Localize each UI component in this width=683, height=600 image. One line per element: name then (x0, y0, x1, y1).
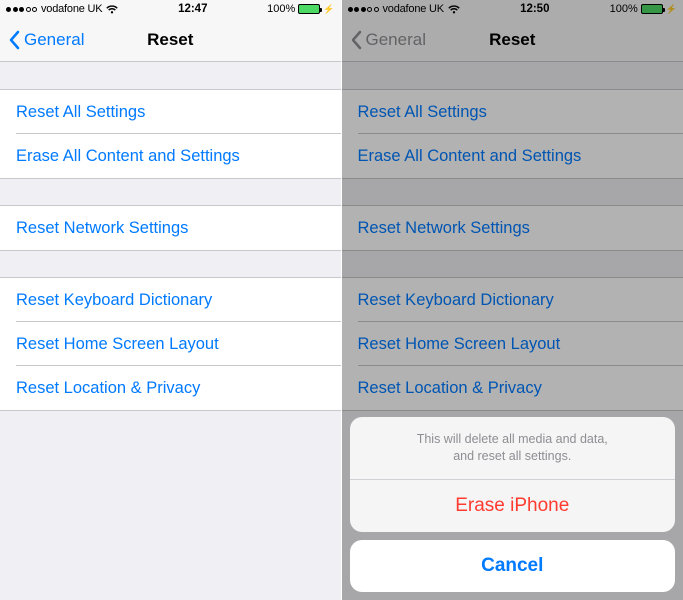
list-spacer (0, 62, 341, 90)
erase-all-content-cell[interactable]: Erase All Content and Settings (0, 134, 341, 178)
cell-label: Reset All Settings (358, 103, 487, 122)
wifi-icon (106, 5, 118, 14)
cell-label: Reset Home Screen Layout (16, 335, 219, 354)
cell-label: Reset Location & Privacy (358, 379, 542, 398)
wifi-icon (448, 5, 460, 14)
carrier-label: vodafone UK (383, 3, 444, 15)
back-button[interactable]: General (8, 30, 84, 50)
reset-keyboard-dictionary-cell[interactable]: Reset Keyboard Dictionary (342, 278, 683, 322)
back-label: General (24, 30, 84, 50)
phone-left: vodafone UK 12:47 100% ⚡ General Reset R… (0, 0, 342, 600)
reset-home-screen-layout-cell[interactable]: Reset Home Screen Layout (342, 322, 683, 366)
battery-icon (641, 4, 663, 14)
cell-label: Reset Network Settings (358, 219, 530, 238)
cell-label: Reset Keyboard Dictionary (358, 291, 554, 310)
list-spacer (342, 62, 683, 90)
back-label: General (366, 30, 426, 50)
signal-dots-icon (6, 7, 37, 12)
cell-label: Reset Keyboard Dictionary (16, 291, 212, 310)
reset-network-settings-cell[interactable]: Reset Network Settings (0, 206, 341, 250)
reset-all-settings-cell[interactable]: Reset All Settings (0, 90, 341, 134)
reset-keyboard-dictionary-cell[interactable]: Reset Keyboard Dictionary (0, 278, 341, 322)
cancel-button[interactable]: Cancel (350, 540, 676, 592)
list-spacer (0, 410, 341, 600)
carrier-label: vodafone UK (41, 3, 102, 15)
nav-bar: General Reset (342, 18, 683, 62)
chevron-left-icon (350, 30, 362, 50)
clock: 12:47 (178, 3, 207, 15)
erase-iphone-button[interactable]: Erase iPhone (350, 480, 676, 532)
phone-right: vodafone UK 12:50 100% ⚡ General Reset R… (342, 0, 683, 600)
battery-percent: 100% (610, 3, 638, 15)
cell-label: Reset Network Settings (16, 219, 188, 238)
erase-all-content-cell[interactable]: Erase All Content and Settings (342, 134, 683, 178)
reset-location-privacy-cell[interactable]: Reset Location & Privacy (342, 366, 683, 410)
battery-percent: 100% (267, 3, 295, 15)
back-button[interactable]: General (350, 30, 426, 50)
reset-home-screen-layout-cell[interactable]: Reset Home Screen Layout (0, 322, 341, 366)
charging-icon: ⚡ (666, 5, 677, 14)
battery-icon (298, 4, 320, 14)
cell-label: Reset Home Screen Layout (358, 335, 561, 354)
signal-dots-icon (348, 7, 379, 12)
action-sheet: This will delete all media and data, and… (350, 417, 676, 592)
chevron-left-icon (8, 30, 20, 50)
list-spacer (342, 250, 683, 278)
list-spacer (342, 178, 683, 206)
reset-all-settings-cell[interactable]: Reset All Settings (342, 90, 683, 134)
charging-icon: ⚡ (323, 5, 334, 14)
status-bar: vodafone UK 12:50 100% ⚡ (342, 0, 683, 18)
status-bar: vodafone UK 12:47 100% ⚡ (0, 0, 341, 18)
clock: 12:50 (520, 3, 549, 15)
action-sheet-message: This will delete all media and data, and… (350, 417, 676, 480)
cell-label: Erase All Content and Settings (16, 147, 240, 166)
reset-network-settings-cell[interactable]: Reset Network Settings (342, 206, 683, 250)
cell-label: Erase All Content and Settings (358, 147, 582, 166)
button-label: Cancel (481, 555, 543, 577)
cell-label: Reset Location & Privacy (16, 379, 200, 398)
nav-bar: General Reset (0, 18, 341, 62)
reset-location-privacy-cell[interactable]: Reset Location & Privacy (0, 366, 341, 410)
list-spacer (0, 250, 341, 278)
list-spacer (0, 178, 341, 206)
cell-label: Reset All Settings (16, 103, 145, 122)
button-label: Erase iPhone (455, 495, 569, 517)
